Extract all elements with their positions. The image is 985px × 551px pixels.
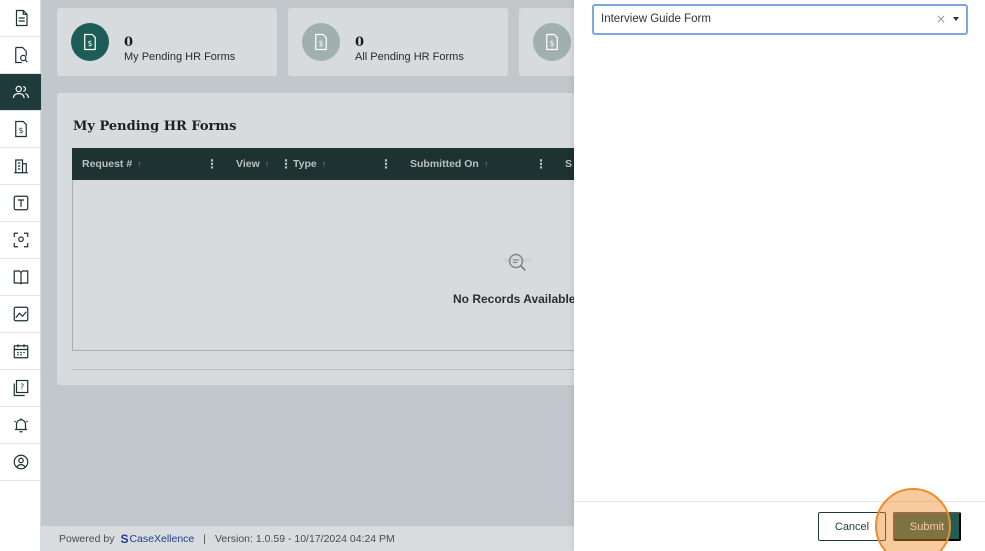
card-label: My Pending HR Forms: [124, 51, 236, 63]
column-menu-icon[interactable]: ⋮: [535, 158, 547, 170]
dollar-document-icon: $: [14, 120, 27, 138]
column-header-view[interactable]: View ↑: [236, 148, 269, 180]
version-text: Version: 1.0.59 - 10/17/2024 04:24 PM: [215, 532, 395, 545]
column-header-submitted-on[interactable]: Submitted On ↑: [410, 148, 488, 180]
column-menu-icon[interactable]: ⋮: [280, 158, 292, 170]
caret-down-icon[interactable]: [953, 17, 959, 21]
divider: [72, 369, 617, 370]
drawer-footer-divider: [574, 501, 985, 502]
powered-by-text: Powered by: [59, 532, 115, 545]
magnifier-empty-icon: [503, 250, 533, 280]
footer: Powered by S CaseXellence | Version: 1.0…: [41, 526, 574, 551]
sort-arrow-icon[interactable]: ↑: [322, 159, 327, 169]
column-header-request[interactable]: Request # ↑: [82, 148, 142, 180]
form-type-select[interactable]: Interview Guide Form ×: [592, 4, 968, 35]
sidebar: $ ?: [0, 0, 41, 551]
brand-link[interactable]: S CaseXellence: [120, 532, 194, 546]
card-label: All Pending HR Forms: [355, 51, 464, 63]
document-icon: [15, 9, 28, 27]
calendar-icon: [13, 344, 28, 359]
sidebar-item-payroll[interactable]: $: [0, 111, 41, 148]
sidebar-item-hr[interactable]: [0, 74, 41, 111]
help-document-icon: ?: [13, 379, 28, 397]
card-count: 0: [355, 35, 365, 50]
dollar-form-icon: $: [533, 23, 571, 61]
brand-logo: S: [120, 531, 129, 546]
alarm-bell-icon: [13, 418, 28, 433]
cancel-button[interactable]: Cancel: [818, 512, 886, 541]
face-scan-icon: [13, 232, 28, 248]
brand-name: CaseXellence: [129, 532, 195, 545]
column-menu-icon[interactable]: ⋮: [206, 158, 218, 170]
sidebar-item-profile[interactable]: [0, 444, 41, 481]
sidebar-item-documents[interactable]: [0, 0, 41, 37]
user-circle-icon: [13, 454, 28, 470]
submit-button[interactable]: Submit: [893, 512, 961, 541]
svg-text:$: $: [88, 39, 93, 48]
users-icon: [12, 85, 29, 99]
grid-header: Request # ↑ ⋮ View ↑ ⋮ Type ↑ ⋮ Submitted O…: [72, 148, 617, 180]
svg-text:$: $: [319, 39, 324, 48]
sort-arrow-icon[interactable]: ↑: [484, 159, 489, 169]
svg-text:$: $: [18, 126, 23, 135]
document-search-icon: [14, 46, 28, 64]
image-chart-icon: [13, 306, 28, 322]
svg-text:$: $: [550, 39, 555, 48]
sidebar-item-organization[interactable]: [0, 148, 41, 185]
card-count: 0: [124, 35, 134, 50]
sidebar-item-search-documents[interactable]: [0, 37, 41, 74]
sidebar-item-alerts[interactable]: [0, 407, 41, 444]
sidebar-item-calendar[interactable]: [0, 333, 41, 370]
column-menu-icon[interactable]: ⋮: [380, 158, 392, 170]
summary-card-all-pending[interactable]: $ 0 All Pending HR Forms: [288, 8, 508, 76]
sidebar-item-scan[interactable]: [0, 222, 41, 259]
dollar-form-icon: $: [71, 23, 109, 61]
column-header-status[interactable]: S: [565, 148, 572, 180]
sidebar-item-reports[interactable]: [0, 296, 41, 333]
grid-body: No Records Available.: [72, 180, 617, 351]
svg-text:?: ?: [20, 383, 24, 392]
summary-card-my-pending[interactable]: $ 0 My Pending HR Forms: [57, 8, 277, 76]
panel-title: My Pending HR Forms: [73, 119, 237, 134]
form-drawer: Interview Guide Form × Cancel Submit: [574, 0, 985, 551]
sidebar-item-help[interactable]: ?: [0, 370, 41, 407]
sidebar-item-text[interactable]: [0, 185, 41, 222]
column-header-type[interactable]: Type ↑: [293, 148, 326, 180]
select-value: Interview Guide Form: [601, 13, 711, 25]
pending-forms-panel: My Pending HR Forms Request # ↑ ⋮ View ↑ ⋮…: [57, 93, 617, 385]
footer-separator: |: [203, 532, 206, 545]
dollar-form-icon: $: [302, 23, 340, 61]
building-icon: [13, 159, 28, 174]
sort-arrow-icon[interactable]: ↑: [265, 159, 270, 169]
text-box-icon: [13, 195, 28, 211]
sidebar-item-handbook[interactable]: [0, 259, 41, 296]
sort-arrow-icon[interactable]: ↑: [137, 159, 142, 169]
empty-state-text: No Records Available.: [453, 292, 579, 306]
book-icon: [13, 270, 28, 285]
summary-card-partial[interactable]: $: [519, 8, 579, 76]
clear-icon[interactable]: ×: [936, 12, 946, 26]
